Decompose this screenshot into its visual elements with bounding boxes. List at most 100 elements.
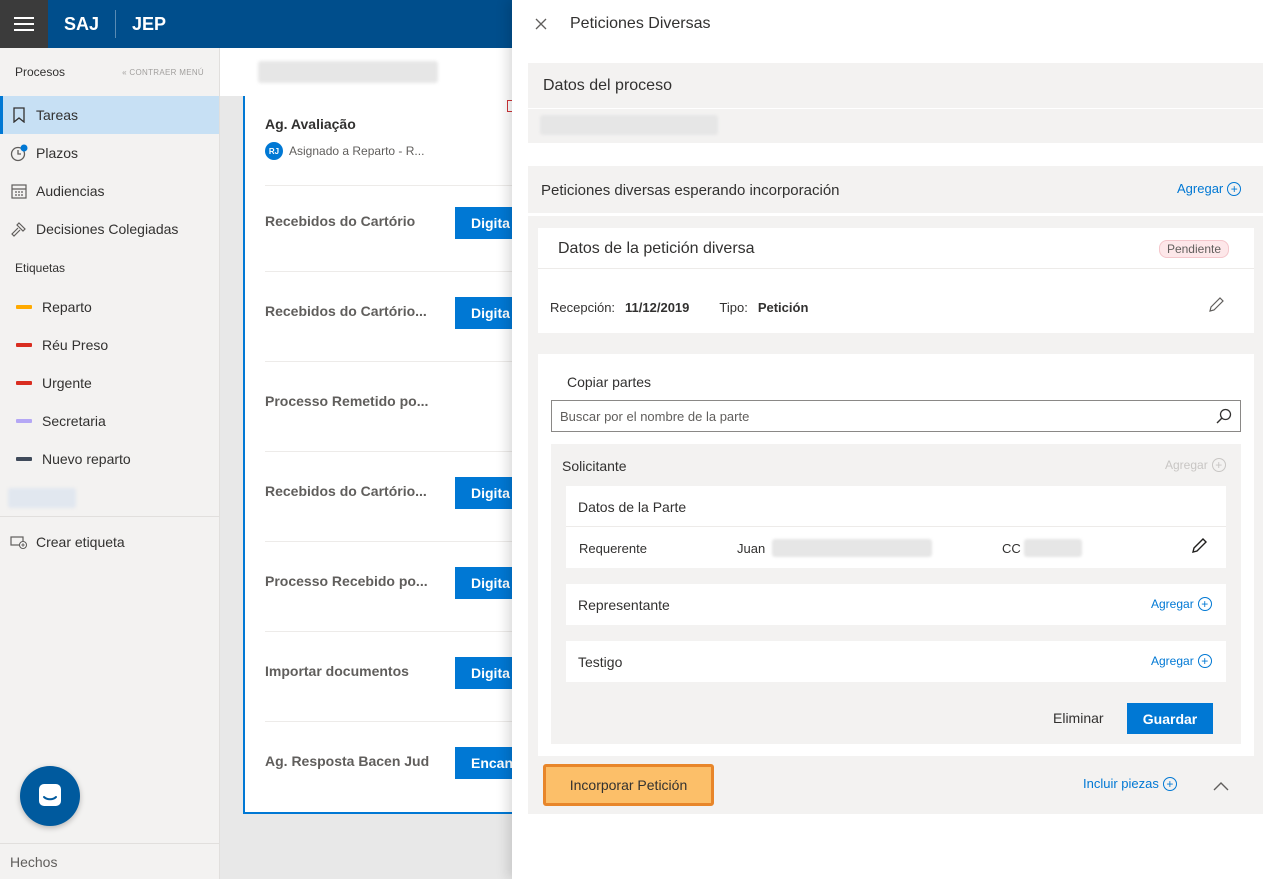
task-title: Recebidos do Cartório...: [265, 483, 427, 499]
divider: [566, 526, 1226, 527]
divider: [528, 213, 1263, 216]
divider: [538, 268, 1254, 269]
assigned-text: Asignado a Reparto - R...: [289, 144, 425, 158]
tag-item-secretaria[interactable]: Secretaria: [0, 402, 219, 440]
solicitante-title: Solicitante: [562, 458, 627, 474]
bookmark-icon: [10, 106, 28, 124]
agregar-label: Agregar: [1177, 181, 1224, 196]
tag-label: Reparto: [42, 299, 92, 315]
peticiones-section: Peticiones diversas esperando incorporac…: [528, 166, 1263, 814]
chat-button[interactable]: [20, 766, 80, 826]
task-row[interactable]: Importar documentos Digita: [265, 632, 513, 722]
parte-nombre: Juan: [737, 541, 766, 556]
hamburger-menu-icon[interactable]: [0, 0, 48, 48]
agregar-label: Agregar: [1151, 597, 1194, 611]
plus-circle-icon: +: [1162, 776, 1177, 791]
incluir-piezas-button[interactable]: Incluir piezas +: [1083, 776, 1177, 791]
solicitante-section: Solicitante Agregar + Datos de la Parte …: [551, 444, 1241, 744]
chat-icon: [36, 781, 64, 812]
task-row[interactable]: Recebidos do Cartório Digita: [265, 182, 513, 272]
edit-parte-icon[interactable]: [1190, 537, 1208, 558]
task-action-button[interactable]: Encan: [455, 747, 513, 779]
tag-color-bar: [16, 457, 32, 461]
task-row[interactable]: Processo Recebido po... Digita: [265, 542, 513, 632]
task-action-button[interactable]: Digita: [455, 657, 513, 689]
tag-color-bar: [16, 419, 32, 423]
plus-circle-icon: +: [1197, 597, 1212, 611]
task-title: Processo Remetido po...: [265, 393, 429, 409]
tag-label: Nuevo reparto: [42, 451, 131, 467]
blurred-process-number: [540, 115, 718, 135]
peticiones-panel: Peticiones Diversas Datos del proceso Pe…: [512, 0, 1279, 879]
panel-title: Peticiones Diversas: [570, 15, 711, 32]
tipo-label: Tipo:: [719, 300, 748, 315]
sidebar-divider: [0, 516, 219, 517]
tag-color-bar: [16, 381, 32, 385]
divider: [528, 108, 1263, 109]
tag-item-reparto[interactable]: Reparto: [0, 288, 219, 326]
task-list: Ag. Avaliação RJ Asignado a Reparto - R.…: [243, 96, 513, 814]
recepcion-label: Recepción:: [550, 300, 616, 315]
task-title: Processo Recebido po...: [265, 573, 428, 589]
task-row[interactable]: Ag. Resposta Bacen Jud Encan: [265, 722, 513, 812]
tag-label: Urgente: [42, 375, 92, 391]
eliminar-button[interactable]: Eliminar: [1053, 710, 1104, 726]
sidebar-item-tareas[interactable]: Tareas: [0, 96, 219, 134]
sidebar-header: Procesos « CONTRAER MENÚ: [0, 48, 219, 96]
blurred-tag: [8, 488, 76, 508]
sidebar-footer-hechos[interactable]: Hechos: [0, 843, 220, 879]
status-badge-wrap: Pendiente: [1158, 240, 1229, 258]
testigo-row: Testigo Agregar +: [566, 641, 1226, 682]
task-action-button[interactable]: Digita: [455, 207, 513, 239]
agregar-representante-button[interactable]: Agregar +: [1151, 597, 1212, 611]
parte-doc-type: CC: [1002, 541, 1021, 556]
sidebar-item-audiencias[interactable]: Audiencias: [0, 172, 219, 210]
copiar-partes-title: Copiar partes: [567, 374, 652, 390]
tag-item-urgente[interactable]: Urgente: [0, 364, 219, 402]
sidebar-item-label: Plazos: [36, 145, 79, 161]
task-title: Recebidos do Cartório: [265, 213, 416, 229]
task-row[interactable]: Recebidos do Cartório... Digita: [265, 272, 513, 362]
brand-saj[interactable]: SAJ: [48, 14, 115, 35]
parte-rol: Requerente: [579, 541, 647, 556]
gavel-icon: [10, 220, 28, 238]
datos-proceso-title: Datos del proceso: [543, 77, 672, 94]
task-title: Recebidos do Cartório...: [265, 303, 427, 319]
representante-row: Representante Agregar +: [566, 584, 1226, 625]
chevron-up-icon[interactable]: [1213, 778, 1229, 794]
sidebar-item-decisiones-colegiadas[interactable]: Decisiones Colegiadas: [0, 210, 219, 248]
incorporar-peticion-button[interactable]: Incorporar Petición: [543, 764, 714, 806]
guardar-button[interactable]: Guardar: [1127, 703, 1213, 734]
task-title: Ag. Resposta Bacen Jud: [265, 753, 430, 769]
peticion-card: Datos de la petición diversa Pendiente R…: [538, 228, 1254, 333]
sidebar-item-plazos[interactable]: Plazos: [0, 134, 219, 172]
create-tag-label: Crear etiqueta: [36, 534, 125, 550]
task-action-button[interactable]: Digita: [455, 567, 513, 599]
collapse-menu-button[interactable]: « CONTRAER MENÚ: [122, 68, 204, 77]
sidebar-title: Procesos: [15, 65, 66, 79]
representante-title: Representante: [578, 597, 670, 613]
sidebar-item-label: Tareas: [36, 107, 79, 123]
recepcion-value: 11/12/2019: [625, 300, 690, 315]
status-badge: Pendiente: [1158, 240, 1229, 258]
close-icon[interactable]: [512, 18, 570, 30]
task-row[interactable]: Recebidos do Cartório... Digita: [265, 452, 513, 542]
edit-peticion-icon[interactable]: [1207, 296, 1225, 317]
tag-item-reu-preso[interactable]: Réu Preso: [0, 326, 219, 364]
task-row[interactable]: Ag. Avaliação RJ Asignado a Reparto - R.…: [265, 96, 513, 186]
avatar: RJ: [265, 142, 283, 160]
agregar-solicitante-button[interactable]: Agregar +: [1165, 458, 1226, 472]
task-action-button[interactable]: Digita: [455, 297, 513, 329]
agregar-peticion-button[interactable]: Agregar +: [1177, 181, 1242, 196]
search-parte-input[interactable]: Buscar por el nombre de la parte: [551, 400, 1241, 432]
task-title: Ag. Avaliação: [265, 116, 356, 132]
tags-section-title: Etiquetas: [15, 261, 66, 275]
brand-jep[interactable]: JEP: [116, 14, 182, 35]
task-row[interactable]: Processo Remetido po...: [265, 362, 513, 452]
create-tag-button[interactable]: Crear etiqueta: [0, 523, 219, 561]
tag-item-nuevo-reparto[interactable]: Nuevo reparto: [0, 440, 219, 478]
task-action-button[interactable]: Digita: [455, 477, 513, 509]
sidebar-item-label: Decisiones Colegiadas: [36, 221, 179, 237]
task-title: Importar documentos: [265, 663, 409, 679]
agregar-testigo-button[interactable]: Agregar +: [1151, 654, 1212, 668]
